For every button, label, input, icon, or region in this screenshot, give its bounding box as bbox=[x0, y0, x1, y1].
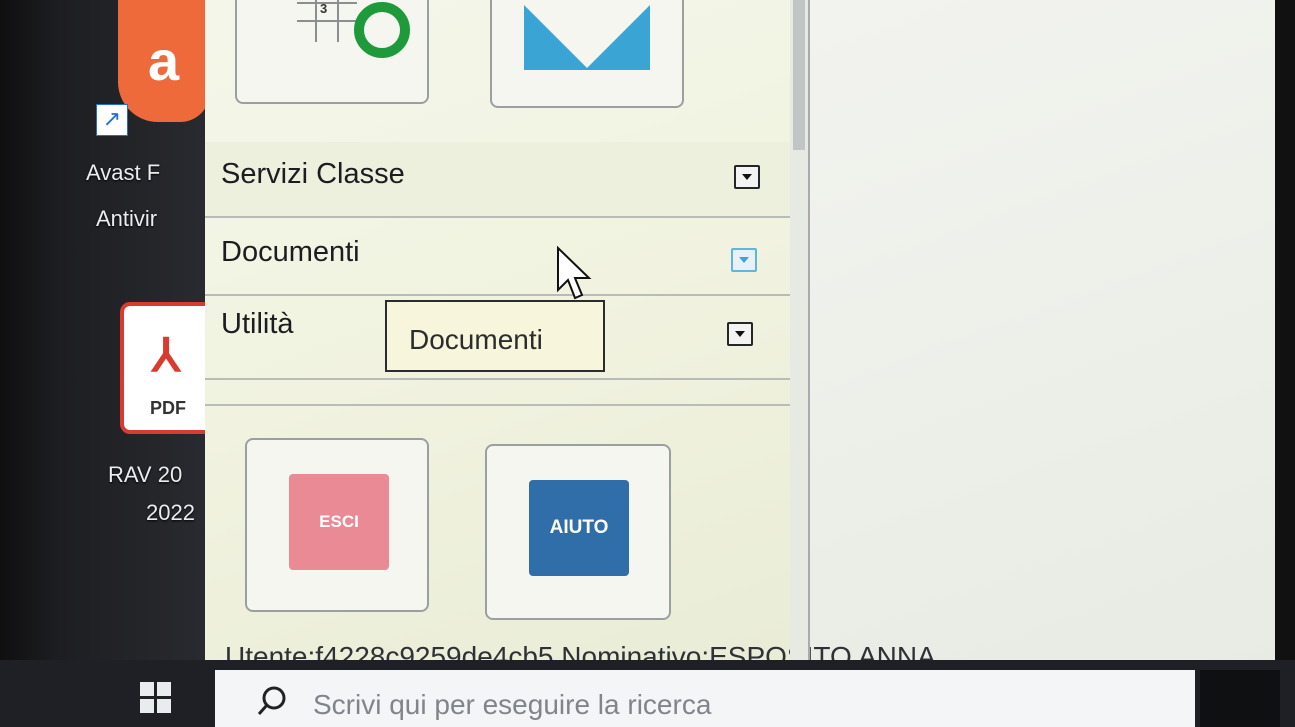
mail-icon bbox=[524, 2, 650, 70]
shortcut-arrow-icon: ↗ bbox=[96, 104, 128, 136]
taskbar-tray bbox=[1200, 670, 1280, 727]
chevron-down-icon[interactable] bbox=[727, 322, 753, 346]
desktop-background bbox=[810, 0, 1295, 670]
tooltip-text: Documenti bbox=[409, 324, 543, 355]
sudoku-icon bbox=[354, 2, 410, 58]
menu-divider bbox=[205, 404, 790, 406]
menu-scrollbar[interactable] bbox=[790, 0, 810, 660]
esci-button[interactable]: ESCI bbox=[289, 474, 389, 570]
menu-section-label: Utilità bbox=[221, 308, 294, 340]
pdf-badge: PDF bbox=[150, 398, 186, 418]
aiuto-button[interactable]: AIUTO bbox=[529, 480, 629, 576]
mail-app-tile[interactable] bbox=[490, 0, 684, 108]
chevron-down-icon[interactable] bbox=[731, 248, 757, 272]
menu-section-label: Documenti bbox=[221, 236, 360, 268]
desktop-area: a ↗ Avast F Antivir ⅄ PDF RAV 20 2022 bbox=[0, 0, 216, 727]
tooltip: Documenti bbox=[385, 300, 605, 372]
acrobat-icon: ⅄ bbox=[152, 329, 181, 381]
chevron-down-icon[interactable] bbox=[734, 165, 760, 189]
search-icon bbox=[257, 686, 286, 715]
taskbar bbox=[0, 660, 1295, 727]
sudoku-app-tile[interactable]: 3 bbox=[235, 0, 429, 104]
menu-section-servizi-classe[interactable]: Servizi Classe bbox=[205, 142, 790, 218]
desktop-label-avast-2: Antivir bbox=[96, 206, 158, 231]
menu-section-documenti[interactable]: Documenti bbox=[205, 218, 790, 296]
esci-tile[interactable]: ESCI bbox=[245, 438, 429, 612]
start-menu-panel: 3 Servizi Classe Documenti Utilità Docum… bbox=[205, 0, 936, 672]
aiuto-tile[interactable]: AIUTO bbox=[485, 444, 671, 620]
screen-bezel bbox=[1275, 0, 1295, 727]
pdf-file-icon[interactable]: ⅄ PDF bbox=[120, 302, 216, 434]
desktop-label-avast-1: Avast F bbox=[86, 160, 161, 185]
search-input[interactable] bbox=[311, 686, 915, 724]
taskbar-search-box[interactable] bbox=[215, 670, 1195, 727]
menu-section-label: Servizi Classe bbox=[221, 158, 405, 190]
sudoku-digit: 3 bbox=[320, 1, 328, 16]
desktop-label-rav-1: RAV 20 bbox=[108, 462, 183, 487]
windows-start-icon[interactable] bbox=[130, 668, 190, 726]
scrollbar-thumb[interactable] bbox=[793, 0, 805, 150]
desktop-label-rav-2: 2022 bbox=[146, 500, 195, 525]
avast-icon[interactable]: a bbox=[118, 0, 210, 122]
mouse-cursor-icon bbox=[557, 246, 592, 300]
